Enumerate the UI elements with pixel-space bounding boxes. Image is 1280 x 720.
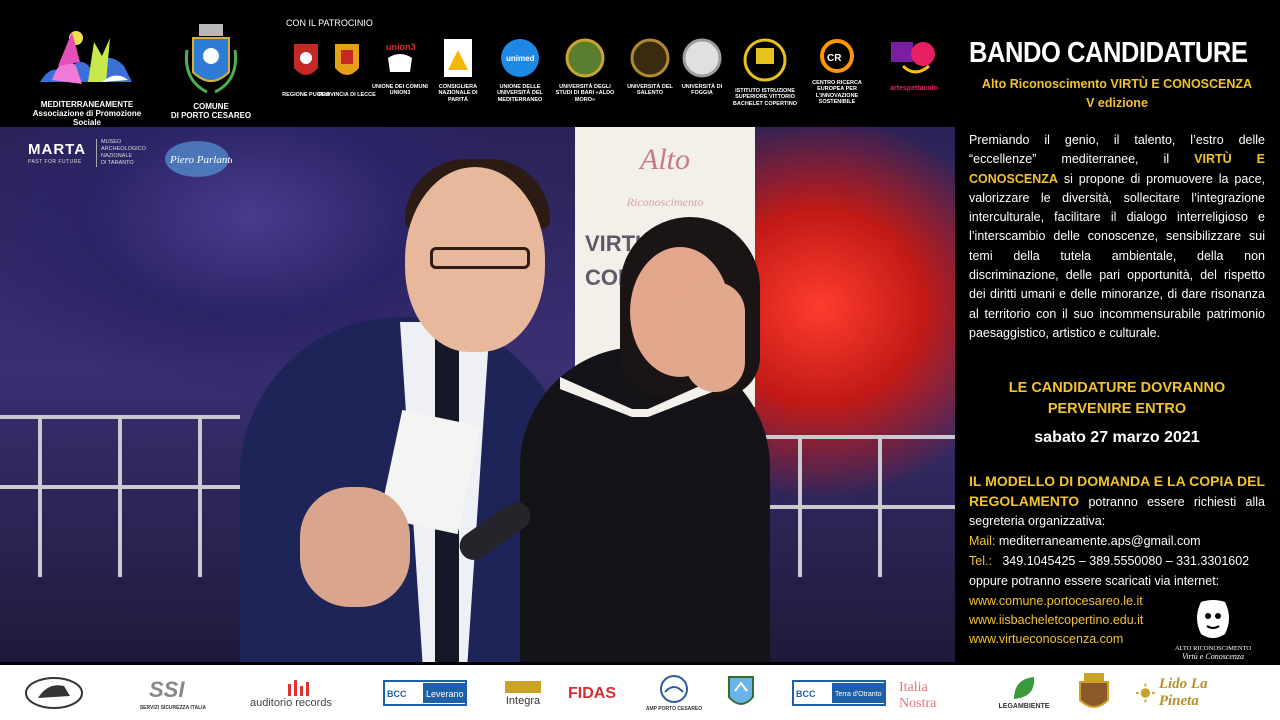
patronage-label: CON IL PATROCINIO	[286, 18, 373, 28]
patron-artespettacolo: artespettacolo	[884, 38, 944, 92]
svg-text:BCC: BCC	[387, 689, 407, 699]
patron-unifg: UNIVERSITÀ DI FOGGIA	[672, 38, 732, 97]
sponsor-auditorio: auditorio records	[248, 665, 344, 720]
banner-word-riconoscimento: Riconoscimento	[626, 195, 704, 209]
event-photo: Alto Riconoscimento VIRTU' E CONOS MARTA…	[0, 127, 955, 662]
sponsor-amp: AMP PORTO CESAREO	[646, 665, 702, 720]
svg-text:FIDAS: FIDAS	[568, 685, 616, 702]
legambiente-logo-icon	[1014, 677, 1035, 699]
bcc-leverano-logo-icon: BCC Leverano	[383, 679, 467, 706]
intro-paragraph: Premiando il genio, il talento, l’estro …	[969, 133, 1265, 340]
italia-nostra-logo-icon: ItaliaNostra	[899, 680, 937, 711]
mediterraneamente-logo-icon	[40, 31, 132, 84]
unimed-logo-icon: unimed	[501, 39, 539, 77]
sponsor-bird-crest	[726, 665, 756, 720]
fpp-horse-logo-icon	[25, 676, 83, 709]
page-title: BANDO CANDIDATURE	[969, 37, 1248, 69]
svg-text:SSI: SSI	[149, 677, 185, 702]
porto-cesareo-crest-icon	[184, 24, 238, 94]
link-bachelet[interactable]: www.iisbacheletcopertino.edu.it	[969, 613, 1143, 627]
organizer-block: MEDITERRANEAMENTE Associazione di Promoz…	[22, 22, 152, 127]
contact-tel: Tel.: 349.1045425 – 389.5550080 – 331.33…	[969, 554, 1249, 568]
award-badge: ALTO RICONOSCIMENTO Virtù e Conoscenza	[1170, 598, 1256, 661]
marta-logo: MARTA	[28, 141, 87, 158]
patron-unimed: unimed UNIONE DELLE UNIVERSITÀ DEL MEDIT…	[490, 38, 550, 103]
coat-of-arms-logo-icon	[1079, 672, 1109, 708]
thumbs-up-left	[300, 487, 410, 607]
auditorio-records-logo-icon: auditorio records	[250, 679, 332, 708]
sponsor-italia-nostra: Italia Nostra	[896, 665, 956, 720]
unifg-seal-icon	[682, 38, 722, 78]
creis-logo-icon: CR	[820, 39, 854, 73]
patron-bachelet: ISTITUTO ISTRUZIONE SUPERIORE VITTORIO B…	[730, 38, 800, 107]
patron-consigliera-parita: CONSIGLIERA NAZIONALE DI PARITÀ	[428, 38, 488, 103]
download-text: oppure potranno essere scaricati via int…	[969, 574, 1220, 588]
ssi-logo-icon: SSI	[149, 677, 185, 702]
patron-unisalento: UNIVERSITÀ DEL SALENTO	[620, 38, 680, 97]
patron-union3: union3 UNIONE DEI COMUNI UNION3	[370, 38, 430, 97]
unisalento-seal-icon	[630, 38, 670, 78]
lido-la-pineta-logo-icon: Lido La Pineta	[1158, 675, 1208, 709]
patron-uniba: UNIVERSITÀ DEGLI STUDI DI BARI «ALDO MOR…	[555, 38, 615, 103]
organizer-name: MEDITERRANEAMENTE	[40, 100, 134, 109]
tel-value: 349.1045425 – 389.5550080 – 331.3301602	[1002, 554, 1250, 568]
man-glasses	[430, 247, 530, 269]
tel-label: Tel.:	[969, 554, 992, 568]
piero-parlante-text: Piero Parlante	[169, 154, 232, 166]
mail-label: Mail:	[969, 534, 996, 548]
deadline-date: sabato 27 marzo 2021	[1034, 429, 1200, 446]
sponsor-bcc-terra-otranto: BCC Terra d'Otranto	[792, 665, 886, 720]
svg-text:Italia: Italia	[899, 680, 929, 695]
link-comune[interactable]: www.comune.portocesareo.le.it	[969, 594, 1143, 608]
municipality-line1: COMUNE	[193, 102, 229, 111]
modello-paragraph: IL MODELLO DI DOMANDA E LA COPIA DEL REG…	[969, 473, 1265, 529]
municipality-block: COMUNE DI PORTO CESAREO	[166, 20, 256, 120]
sponsor-fidas: FIDAS	[566, 665, 620, 720]
link-virtueconoscenza[interactable]: www.virtueconoscenza.com	[969, 632, 1123, 646]
sponsor-bcc-leverano: BCC Leverano	[382, 665, 468, 720]
award-face-emblem-icon	[1197, 600, 1229, 638]
fidas-logo-icon: FIDAS	[568, 685, 616, 702]
thumbs-up-right	[685, 282, 745, 392]
svg-text:Terra d'Otranto: Terra d'Otranto	[835, 691, 882, 698]
organizer-subtitle: Associazione di Promozione Sociale	[32, 109, 142, 127]
bcc-terra-otranto-logo-icon: BCC Terra d'Otranto	[792, 679, 886, 706]
svg-text:CR: CR	[827, 53, 842, 64]
sponsor-lido-la-pineta: Lido La Pineta	[1136, 665, 1246, 720]
sun-icon	[1136, 683, 1155, 702]
patron-provincia-lecce: PROVINCIA DI LECCE	[317, 38, 377, 98]
sponsor-ssi: SSI SERVIZI SICUREZZA ITALIA	[139, 676, 207, 711]
amp-porto-cesareo-logo-icon	[660, 674, 688, 703]
svg-text:unimed: unimed	[506, 54, 535, 63]
piero-parlante-logo-icon: Piero Parlante	[165, 141, 232, 177]
banner-word-alto: Alto	[640, 143, 690, 176]
sponsor-fpp	[22, 665, 86, 720]
svg-text:union3: union3	[386, 42, 416, 52]
integra-logo-icon	[505, 680, 541, 693]
marta-description: MUSEO ARCHEOLOGICO NAZIONALE DI TARANTO	[96, 139, 146, 167]
sponsor-coat-of-arms	[1074, 665, 1114, 720]
svg-text:BCC: BCC	[796, 689, 816, 699]
header-band: MEDITERRANEAMENTE Associazione di Promoz…	[0, 0, 955, 127]
deadline-heading: LE CANDIDATURE DOVRANNO PERVENIRE ENTRO	[1008, 380, 1226, 417]
contact-mail: Mail: mediterraneamente.aps@gmail.com	[969, 534, 1201, 548]
municipality-line2: DI PORTO CESAREO	[170, 111, 252, 120]
svg-text:Leverano: Leverano	[426, 689, 464, 699]
patron-creis: CR CENTRO RICERCA EUROPEA PER L'INNOVAZI…	[802, 38, 872, 106]
sponsor-legambiente: LEGAMBIENTE	[998, 665, 1050, 720]
svg-text:auditorio records: auditorio records	[250, 697, 332, 708]
award-subtitle: Alto Riconoscimento VIRTÙ E CONOSCENZA V…	[981, 77, 1253, 110]
mail-value[interactable]: mediterraneamente.aps@gmail.com	[999, 534, 1201, 548]
sponsor-band: SSI SERVIZI SICUREZZA ITALIA auditorio r…	[0, 665, 1280, 720]
artespettacolo-logo-icon	[891, 42, 935, 74]
marta-tagline: PAST FOR FUTURE	[28, 159, 82, 165]
provincia-lecce-crest-icon	[335, 44, 359, 75]
bird-crest-logo-icon	[728, 675, 754, 705]
svg-text:Nostra: Nostra	[899, 696, 937, 711]
consigliera-parita-sign-icon	[444, 39, 472, 77]
bachelet-logo-icon	[743, 38, 787, 82]
sponsor-integra: Integra	[500, 665, 546, 720]
uniba-seal-icon	[565, 38, 605, 78]
union3-logo-icon: union3	[386, 42, 416, 72]
